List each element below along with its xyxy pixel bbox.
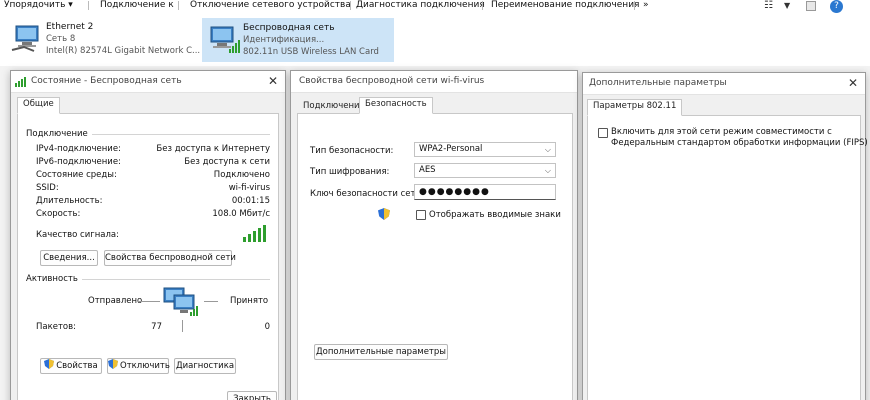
- security-type-label: Тип безопасности:: [310, 146, 394, 156]
- ssid-label: SSID:: [36, 183, 59, 193]
- ipv4-label: IPv4-подключение:: [36, 144, 121, 154]
- speed-value: 108.0 Мбит/с: [212, 209, 270, 219]
- packets-received-value: 0: [264, 322, 270, 332]
- preview-pane-icon[interactable]: [806, 1, 816, 11]
- window-title: Дополнительные параметры: [589, 78, 727, 88]
- adapter-device: 802.11n USB Wireless LAN Card: [243, 47, 379, 57]
- ssid-value: wi-fi-virus: [228, 183, 270, 193]
- show-characters-label: Отображать вводимые знаки: [429, 210, 561, 220]
- connection-group-title: Подключение: [26, 129, 92, 139]
- security-type-value: WPA2-Personal: [419, 144, 483, 154]
- security-key-label: Ключ безопасности сети: [310, 189, 421, 199]
- network-status-icon: [15, 77, 26, 87]
- uac-shield-icon: [44, 359, 55, 369]
- close-icon[interactable]: ✕: [846, 76, 860, 90]
- duration-label: Длительность:: [36, 196, 103, 206]
- tab-security[interactable]: Безопасность: [359, 97, 433, 114]
- toolbar-divider: [482, 1, 483, 10]
- diagnose-connection-button[interactable]: Диагностика подключения: [356, 0, 485, 11]
- fips-label-line1: Включить для этой сети режим совместимос…: [611, 127, 832, 137]
- security-panel: Тип безопасности: WPA2-Personal ⌵ Тип шиф…: [297, 113, 573, 400]
- adapter-name: Ethernet 2: [46, 22, 94, 32]
- packets-divider: [182, 320, 183, 332]
- toolbar-divider: [350, 1, 351, 10]
- toolbar-divider: [178, 1, 179, 10]
- details-button[interactable]: Сведения...: [40, 250, 98, 266]
- fips-checkbox[interactable]: [598, 128, 608, 138]
- chevron-down-icon: ⌵: [544, 166, 551, 175]
- toolbar-divider: [88, 1, 89, 10]
- advanced-settings-window: Дополнительные параметры ✕ Параметры 802…: [582, 72, 868, 400]
- connect-to-button[interactable]: Подключение к: [100, 0, 174, 11]
- tab-general[interactable]: Общие: [17, 97, 60, 114]
- wireless-properties-button[interactable]: Свойства беспроводной сети: [104, 250, 236, 266]
- window-title: Свойства беспроводной сети wi-fi-virus: [299, 76, 485, 86]
- sent-line: [138, 301, 160, 302]
- media-state-value: Подключено: [213, 170, 270, 180]
- uac-shield-icon: [108, 359, 118, 369]
- computers-activity-icon: [163, 287, 198, 316]
- advanced-panel: Включить для этой сети режим совместимос…: [587, 115, 868, 400]
- received-label: Принято: [230, 296, 269, 306]
- disable-button-label: Отключить: [120, 361, 170, 371]
- packets-sent-value: 77: [151, 322, 162, 332]
- diagnose-button[interactable]: Диагностика: [174, 358, 236, 374]
- general-panel: Подключение IPv4-подключение: Без доступ…: [17, 113, 279, 400]
- received-line: [204, 301, 218, 302]
- advanced-titlebar[interactable]: Дополнительные параметры ✕: [583, 73, 865, 95]
- properties-button[interactable]: Свойства: [40, 358, 102, 374]
- tab-80211-settings[interactable]: Параметры 802.11: [587, 99, 683, 116]
- ethernet-adapter-icon: [11, 25, 39, 52]
- media-state-label: Состояние среды:: [36, 170, 117, 180]
- properties-titlebar[interactable]: Свойства беспроводной сети wi-fi-virus: [291, 71, 577, 93]
- fips-label-line2: Федеральным стандартом обработки информа…: [611, 138, 868, 148]
- adapter-device: Intel(R) 82574L Gigabit Network C...: [46, 46, 201, 56]
- ipv6-value: Без доступа к сети: [184, 157, 270, 167]
- duration-value: 00:01:15: [231, 196, 270, 206]
- encryption-type-select[interactable]: AES ⌵: [414, 163, 556, 178]
- security-key-input[interactable]: ●●●●●●●●: [414, 184, 556, 200]
- status-window: Состояние - Беспроводная сеть ✕ Общие По…: [10, 70, 286, 400]
- adapter-wireless[interactable]: Беспроводная сеть Идентификация... 802.1…: [202, 18, 394, 62]
- sent-label: Отправлено: [88, 296, 143, 306]
- signal-strength-icon: [243, 225, 266, 242]
- ipv4-value: Без доступа к Интернету: [156, 144, 270, 154]
- close-button[interactable]: Закрыть: [227, 391, 277, 400]
- encryption-type-value: AES: [419, 165, 436, 175]
- adapter-ethernet[interactable]: Ethernet 2 Сеть 8 Intel(R) 82574L Gigabi…: [6, 18, 200, 62]
- advanced-settings-button[interactable]: Дополнительные параметры: [314, 344, 448, 360]
- activity-group-title: Активность: [26, 274, 82, 284]
- disable-button[interactable]: Отключить: [107, 358, 170, 374]
- adapter-list: Ethernet 2 Сеть 8 Intel(R) 82574L Gigabi…: [0, 14, 870, 66]
- more-commands-button[interactable]: »: [643, 0, 649, 11]
- wireless-properties-window: Свойства беспроводной сети wi-fi-virus П…: [290, 70, 578, 400]
- speed-label: Скорость:: [36, 209, 81, 219]
- status-titlebar[interactable]: Состояние - Беспроводная сеть ✕: [11, 71, 285, 93]
- adapter-status: Идентификация...: [243, 35, 325, 45]
- adapter-network: Сеть 8: [46, 34, 76, 44]
- organize-button[interactable]: Упорядочить ▾: [4, 0, 73, 11]
- uac-shield-icon: [378, 208, 390, 220]
- toolbar-divider: [634, 1, 635, 10]
- signal-quality-label: Качество сигнала:: [36, 230, 119, 240]
- chevron-down-icon: ⌵: [544, 145, 551, 154]
- encryption-type-label: Тип шифрования:: [310, 167, 390, 177]
- rename-connection-button[interactable]: Переименование подключения: [491, 0, 639, 11]
- packets-label: Пакетов:: [36, 322, 76, 332]
- help-icon[interactable]: ?: [830, 0, 843, 13]
- close-icon[interactable]: ✕: [266, 74, 280, 88]
- show-characters-checkbox[interactable]: [416, 210, 426, 220]
- security-type-select[interactable]: WPA2-Personal ⌵: [414, 142, 556, 157]
- window-title: Состояние - Беспроводная сеть: [31, 76, 182, 86]
- ipv6-label: IPv6-подключение:: [36, 157, 121, 167]
- properties-button-label: Свойства: [56, 361, 98, 371]
- explorer-toolbar: Упорядочить ▾ Подключение к Отключение с…: [0, 0, 870, 14]
- view-options-icon[interactable]: ☷: [764, 0, 773, 11]
- view-dropdown-icon[interactable]: ▼: [784, 1, 790, 10]
- adapter-name: Беспроводная сеть: [243, 23, 335, 33]
- disable-device-button[interactable]: Отключение сетевого устройства: [190, 0, 351, 11]
- wireless-adapter-icon: [210, 26, 240, 53]
